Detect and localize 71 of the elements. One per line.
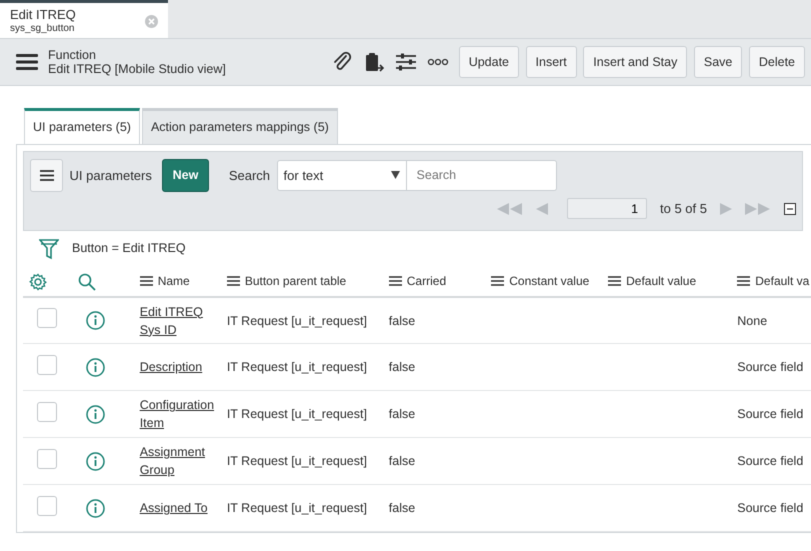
row-checkbox[interactable] (37, 496, 57, 516)
settings-icon[interactable] (29, 272, 47, 291)
column-menu-icon (737, 276, 750, 286)
column-header[interactable]: Default value (608, 272, 696, 290)
info-icon[interactable] (86, 404, 106, 424)
toolbar-button[interactable]: Save (694, 46, 742, 78)
table-cell: Source field (737, 501, 804, 516)
column-header[interactable]: Name (140, 272, 190, 290)
name-link[interactable]: Description (140, 358, 202, 376)
column-menu-icon (140, 276, 153, 286)
search-field[interactable]: Search (406, 160, 557, 191)
list-menu-button[interactable] (30, 158, 63, 192)
table-cell: None (737, 314, 768, 328)
list-title: UI parameters (70, 166, 152, 185)
table-cell: false (388, 407, 416, 422)
menu-icon (40, 170, 54, 181)
column-header[interactable]: Default va (737, 272, 810, 290)
table-cell: Source field (737, 454, 804, 468)
row-checkbox[interactable] (37, 402, 57, 422)
row-checkbox[interactable] (37, 448, 57, 469)
row-checkbox[interactable] (37, 308, 57, 328)
table-cell: IT Request [u_it_request] (226, 360, 367, 374)
column-menu-icon (388, 276, 402, 286)
filter-icon[interactable] (39, 238, 59, 260)
form-tab[interactable]: UI parameters (5) (24, 108, 140, 144)
table-cell: false (388, 360, 416, 374)
toolbar-button[interactable]: Update (458, 46, 520, 78)
name-link[interactable]: Edit ITREQ Sys ID (140, 302, 215, 338)
new-button[interactable]: New (162, 158, 210, 192)
search-label: Search (228, 166, 270, 184)
search-icon[interactable] (78, 272, 96, 291)
table-cell: Source field (737, 407, 804, 422)
form-title: Edit ITREQ [Mobile Studio view] (48, 62, 227, 76)
dropdown-caret-icon (390, 171, 400, 180)
name-link[interactable]: Configuration Item (140, 396, 215, 432)
info-icon[interactable] (86, 498, 106, 518)
table-cell: IT Request [u_it_request] (226, 501, 367, 516)
table-cell: IT Request [u_it_request] (226, 407, 367, 422)
record-tab-title[interactable]: Edit ITREQ (10, 7, 76, 22)
column-menu-icon (226, 276, 240, 286)
name-link[interactable]: Assignment Group (140, 443, 215, 480)
more-icon[interactable] (426, 58, 449, 66)
info-icon[interactable] (86, 452, 106, 471)
info-icon[interactable] (86, 358, 106, 377)
collapse-icon[interactable] (784, 202, 796, 215)
table-cell: IT Request [u_it_request] (226, 454, 367, 468)
toolbar-button[interactable]: Insert and Stay (583, 46, 688, 78)
column-menu-icon (491, 276, 504, 286)
table-cell: Source field (737, 360, 804, 374)
table-cell: false (388, 501, 416, 516)
row-checkbox[interactable] (37, 354, 57, 375)
table-cell: false (388, 314, 416, 328)
info-icon[interactable] (86, 311, 106, 330)
name-link[interactable]: Assigned To (140, 499, 208, 518)
toolbar-button[interactable]: Delete (748, 46, 805, 78)
column-header[interactable]: Carried (388, 272, 446, 290)
record-tab-subtitle: sys_sg_button (10, 22, 74, 35)
column-header[interactable]: Constant value (491, 272, 590, 290)
column-menu-icon (608, 276, 622, 286)
form-label: Function (48, 48, 97, 62)
page-range: to 5 of 5 (660, 200, 707, 218)
menu-icon[interactable] (16, 54, 38, 70)
table-cell: false (388, 454, 416, 468)
toolbar-button[interactable]: Insert (526, 46, 577, 78)
column-header[interactable]: Button parent table (226, 272, 346, 290)
page-number-field[interactable]: 1 (567, 198, 648, 220)
filter-breadcrumb[interactable]: Button = Edit ITREQ (72, 239, 186, 258)
form-tab[interactable]: Action parameters mappings (5) (142, 108, 338, 144)
table-cell: IT Request [u_it_request] (226, 314, 367, 328)
sliders-icon[interactable] (394, 51, 417, 73)
search-type-select[interactable]: for text (276, 160, 407, 191)
